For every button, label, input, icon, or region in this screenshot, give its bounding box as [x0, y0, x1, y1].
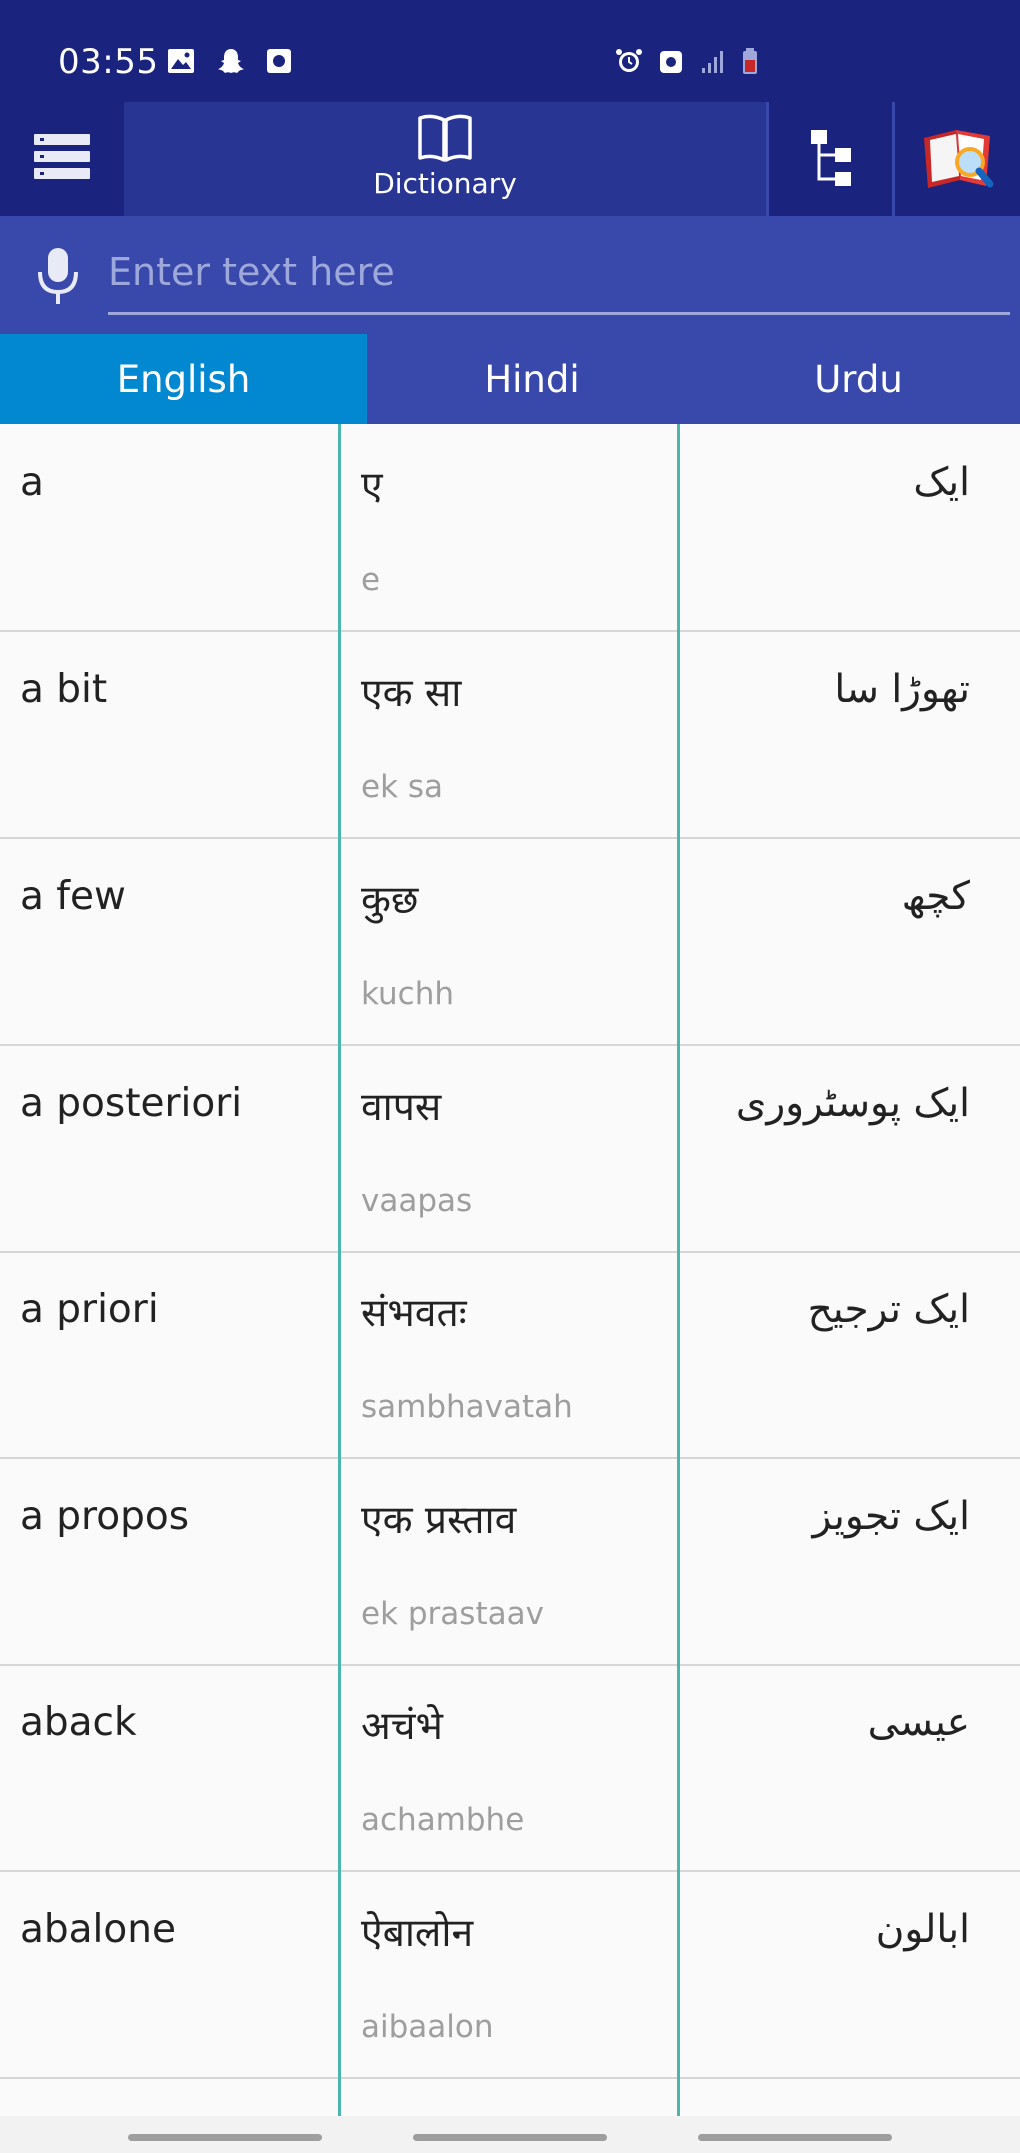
search-input[interactable] [108, 244, 1008, 300]
column-divider [338, 424, 341, 2116]
table-row[interactable]: a propos एक प्रस्ताव ek prastaav ایک تجو… [0, 1458, 1020, 1666]
tab-dictionary[interactable]: Dictionary [124, 102, 766, 216]
hindi-word: संभवतः [361, 1291, 467, 1336]
english-word: a few [20, 874, 126, 919]
hindi-transliteration: kuchh [361, 976, 454, 1012]
hindi-transliteration: ek prastaav [361, 1596, 544, 1632]
menu-icon [34, 134, 90, 179]
hindi-word: वापस [361, 1085, 442, 1130]
signal-icon [702, 51, 723, 73]
app-icon [267, 49, 291, 73]
hindi-word: अचंभे [361, 1704, 443, 1749]
table-row[interactable]: a ए e ایک [0, 424, 1020, 632]
urdu-word: ایک ترجیح [807, 1287, 970, 1332]
dictionary-lookup-button[interactable] [895, 102, 1020, 216]
english-word: abalone [20, 1907, 176, 1952]
hindi-word: कुछ [361, 878, 419, 923]
hindi-word: एक प्रस्ताव [361, 1498, 517, 1543]
urdu-word: کچھ [901, 874, 970, 919]
urdu-word: ابالون [875, 1907, 970, 1952]
urdu-word: ایک پوسٹروری [735, 1081, 970, 1126]
hindi-transliteration: e [361, 562, 381, 598]
english-word: aback [20, 1700, 137, 1745]
search-underline [108, 312, 1010, 315]
image-icon [168, 49, 194, 73]
tree-view-button[interactable] [770, 102, 892, 216]
app-toolbar: Dictionary [0, 102, 1020, 216]
hindi-transliteration: aibaalon [361, 2009, 494, 2045]
urdu-word: ایک تجویز [812, 1494, 970, 1539]
english-word: a propos [20, 1494, 190, 1539]
hindi-transliteration: vaapas [361, 1183, 473, 1219]
urdu-word: عیسی [867, 1700, 970, 1745]
urdu-word: تھوڑا سا [834, 667, 970, 712]
dictionary-label: Dictionary [373, 167, 517, 200]
nav-home-handle[interactable] [413, 2134, 607, 2141]
menu-button[interactable] [0, 102, 124, 216]
nav-back-handle[interactable] [698, 2134, 892, 2141]
hindi-transliteration: sambhavatah [361, 1389, 573, 1425]
alarm-icon [616, 49, 642, 72]
dictionary-table: a ए e ایک a bit एक सा ek sa تھوڑا سا a f… [0, 424, 1020, 2116]
book-icon [418, 114, 472, 162]
hindi-word: ऐबालोन [361, 1911, 474, 1956]
battery-icon [743, 48, 757, 74]
hindi-transliteration: ek sa [361, 769, 444, 805]
dictionary-lookup-icon [923, 130, 993, 188]
english-word: a posteriori [20, 1081, 243, 1126]
snapchat-icon [218, 49, 244, 73]
search-bar [0, 216, 1020, 334]
tab-english[interactable]: English [0, 334, 367, 424]
hindi-word: ए [361, 464, 383, 509]
microphone-icon[interactable] [36, 246, 80, 306]
table-row[interactable]: a priori संभवतः sambhavatah ایک ترجیح [0, 1251, 1020, 1459]
system-navigation-bar [0, 2116, 1020, 2153]
english-word: a priori [20, 1287, 159, 1332]
sync-icon [660, 51, 682, 73]
english-word: a [20, 460, 44, 505]
tab-urdu[interactable]: Urdu [697, 334, 1020, 424]
nav-recents-handle[interactable] [128, 2134, 322, 2141]
table-row[interactable]: abalone ऐबालोन aibaalon ابالون [0, 1871, 1020, 2079]
english-word: a bit [20, 667, 108, 712]
urdu-word: ایک [913, 460, 970, 505]
table-row[interactable]: a posteriori वापस vaapas ایک پوسٹروری [0, 1045, 1020, 1253]
tree-icon [811, 130, 851, 186]
status-bar: 03:55 [0, 0, 1020, 102]
table-row[interactable]: aback अचंभे achambhe عیسی [0, 1664, 1020, 1872]
table-row[interactable]: a few कुछ kuchh کچھ [0, 838, 1020, 1046]
toolbar-divider [766, 102, 769, 216]
table-row[interactable]: a bit एक सा ek sa تھوڑا سا [0, 631, 1020, 839]
tab-hindi[interactable]: Hindi [367, 334, 697, 424]
column-divider [677, 424, 680, 2116]
language-tabs: English Hindi Urdu [0, 334, 1020, 424]
status-time: 03:55 [58, 42, 159, 82]
hindi-word: एक सा [361, 671, 462, 716]
hindi-transliteration: achambhe [361, 1802, 525, 1838]
